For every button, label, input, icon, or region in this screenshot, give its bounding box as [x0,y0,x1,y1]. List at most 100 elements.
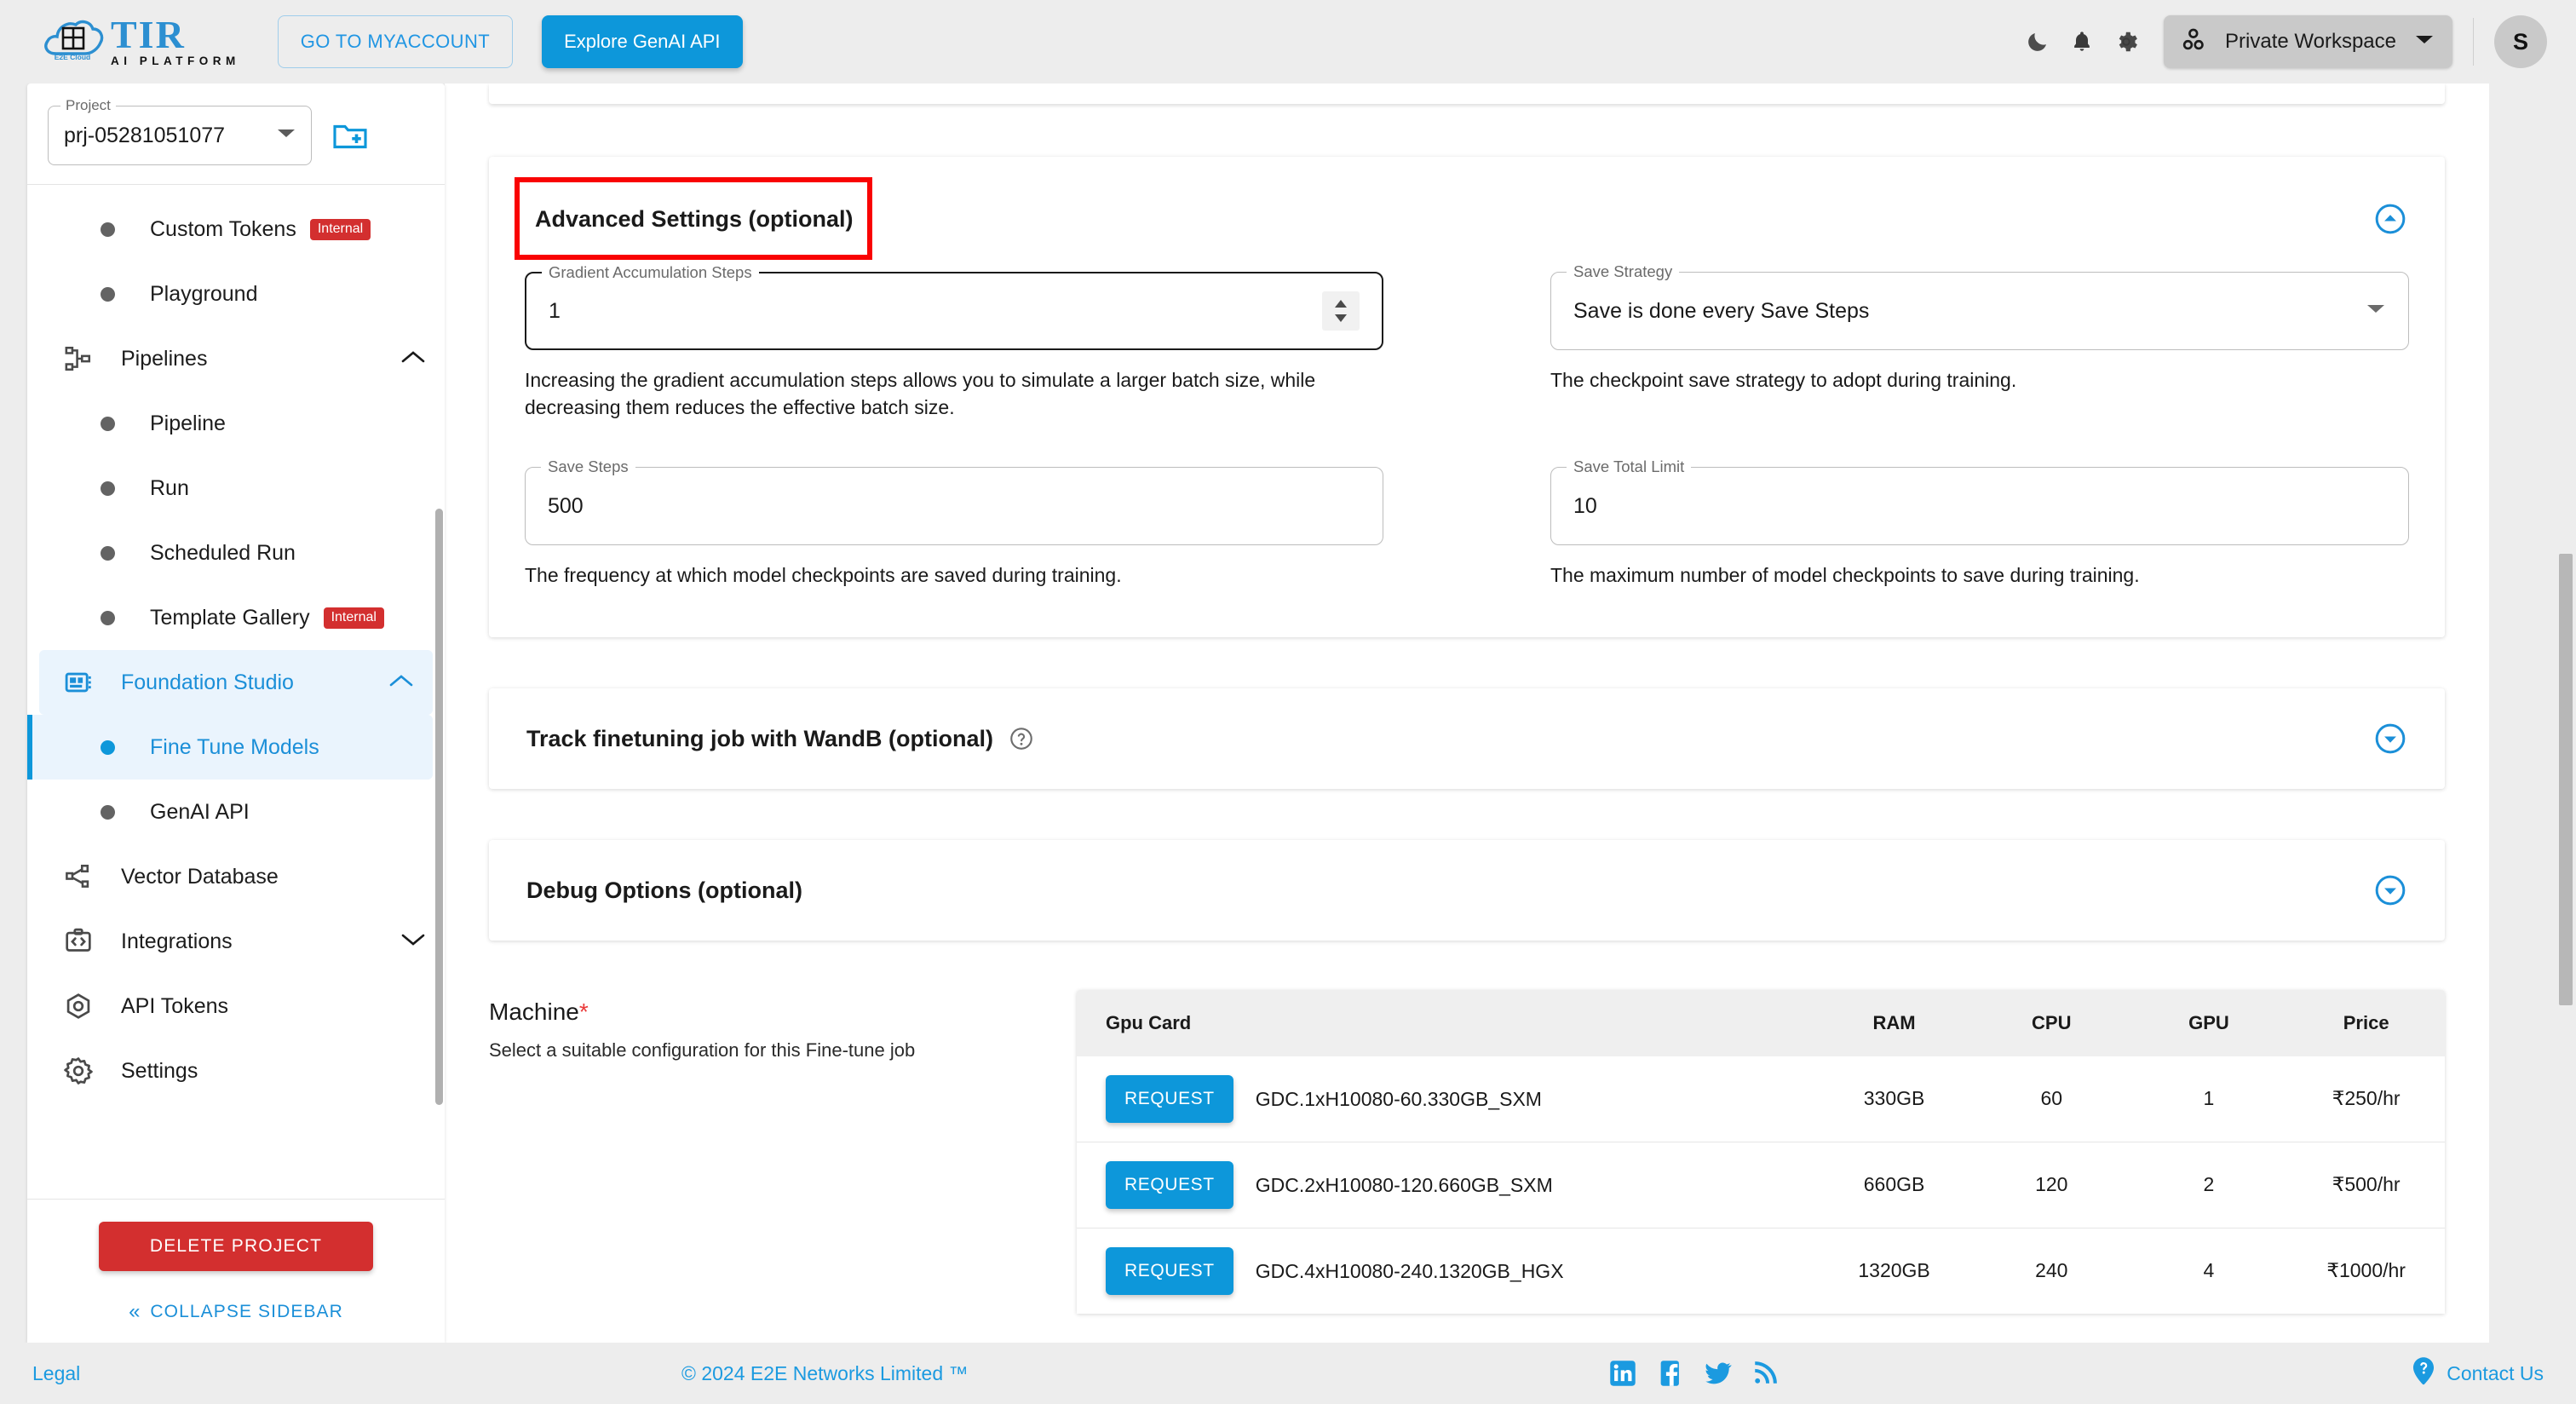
header-actions: Private Workspace S [2015,15,2547,68]
rss-icon[interactable] [1751,1359,1779,1388]
sidebar-item-custom-tokens[interactable]: Custom Tokens Internal [27,197,445,262]
bullet-icon [83,416,131,431]
sidebar-item-pipeline[interactable]: Pipeline [27,391,445,456]
request-button[interactable]: REQUEST [1106,1075,1233,1124]
app-header: E2E Cloud TIR AI PLATFORM GO TO MYACCOUN… [0,0,2576,83]
delete-project-button[interactable]: DELETE PROJECT [99,1222,373,1271]
linkedin-icon[interactable] [1608,1359,1637,1388]
sidebar-item-label: Pipeline [150,411,226,435]
sidebar-scrollbar[interactable] [435,509,443,1105]
required-marker: * [578,998,589,1026]
sidebar-nav: Custom Tokens Internal Playground Pipeli… [27,185,445,1199]
gpu-card-name: GDC.1xH10080-60.330GB_SXM [1255,1087,1542,1110]
field-help-text: The frequency at which model checkpoints… [525,564,1122,587]
machine-description: Machine* Select a suitable configuration… [489,990,1077,1314]
wandb-panel[interactable]: Track finetuning job with WandB (optiona… [489,688,2445,790]
cell-gpu: 4 [2130,1227,2288,1315]
bullet-icon [83,610,131,625]
header-divider [2473,18,2474,66]
request-button[interactable]: REQUEST [1106,1247,1233,1296]
vector-database-icon [55,862,102,891]
gpu-card-name: GDC.4xH10080-240.1320GB_HGX [1255,1259,1564,1282]
cell-ram: 330GB [1863,1087,1925,1110]
request-button[interactable]: REQUEST [1106,1161,1233,1210]
sidebar-item-label: API Tokens [121,993,229,1018]
project-selector-row: Project prj-05281051077 [27,83,445,184]
sidebar-item-run[interactable]: Run [27,456,445,521]
bullet-icon [83,545,131,561]
gpu-configuration-table: Gpu Card RAM CPU GPU Price REQUEST GDC.1x… [1077,990,2445,1315]
facebook-icon[interactable] [1656,1359,1685,1388]
project-select[interactable]: Project prj-05281051077 [48,97,312,165]
sidebar-item-label: Run [150,475,189,500]
field-value: Save is done every Save Steps [1573,298,1870,323]
sidebar-item-api-tokens[interactable]: API Tokens [27,974,445,1039]
bullet-icon [83,286,131,302]
avatar[interactable]: S [2494,15,2547,68]
new-folder-icon[interactable] [331,116,370,155]
app-footer: Legal © 2024 E2E Networks Limited ™ Cont… [0,1343,2576,1404]
chevron-down-icon [2366,303,2386,319]
explore-genai-api-button[interactable]: Explore GenAI API [542,15,743,68]
moon-icon[interactable] [2015,20,2060,64]
chevron-down-icon [2415,34,2434,50]
question-circle-icon[interactable] [1009,726,1034,751]
bullet-icon [83,804,131,820]
foundation-studio-icon [55,668,102,697]
contact-us-label: Contact Us [2447,1361,2544,1384]
project-select-label: Project [60,97,116,114]
sidebar-item-settings[interactable]: Settings [27,1039,445,1103]
debug-options-panel[interactable]: Debug Options (optional) [489,840,2445,941]
twitter-icon[interactable] [1704,1359,1733,1388]
social-links [1608,1359,1779,1388]
brand-logo[interactable]: E2E Cloud TIR AI PLATFORM [41,14,240,69]
save-strategy-select[interactable]: Save Strategy Save is done every Save St… [1550,262,2409,350]
workspace-group-icon [2182,28,2211,56]
sidebar-item-template-gallery[interactable]: Template Gallery Internal [27,585,445,650]
sidebar-item-scheduled-run[interactable]: Scheduled Run [27,521,445,585]
chevron-up-icon [400,349,426,369]
quantity-stepper[interactable] [1322,291,1360,331]
table-row[interactable]: REQUEST GDC.2xH10080-120.660GB_SXM 660GB … [1077,1141,2445,1228]
gear-icon[interactable] [2104,20,2148,64]
help-pin-icon [2411,1356,2436,1390]
sidebar-item-pipelines[interactable]: Pipelines [27,326,445,391]
sidebar-item-label: Playground [150,281,258,306]
gradient-accumulation-steps-input[interactable]: Gradient Accumulation Steps 1 [525,263,1383,350]
sidebar-item-vector-database[interactable]: Vector Database [27,844,445,909]
sidebar-item-foundation-studio[interactable]: Foundation Studio [39,650,433,715]
collapse-sidebar-button[interactable]: « COLLAPSE SIDEBAR [27,1300,445,1324]
save-steps-input[interactable]: Save Steps 500 [525,457,1383,546]
go-to-myaccount-button[interactable]: GO TO MYACCOUNT [277,15,514,68]
legal-link[interactable]: Legal [32,1362,80,1385]
sidebar-item-genai-api[interactable]: GenAI API [27,780,445,844]
sidebar-item-fine-tune-models[interactable]: Fine Tune Models [27,715,433,780]
table-header-row: Gpu Card RAM CPU GPU Price [1077,990,2445,1057]
field-label: Gradient Accumulation Steps [542,263,759,282]
save-total-limit-input[interactable]: Save Total Limit 10 [1550,457,2409,546]
sidebar-item-playground[interactable]: Playground [27,262,445,326]
advanced-settings-title: Advanced Settings (optional) [515,177,872,260]
page-scrollbar[interactable] [2559,554,2573,1005]
circle-chevron-up-icon[interactable] [2373,202,2407,236]
chevron-down-icon [277,128,296,144]
table-row[interactable]: REQUEST GDC.4xH10080-240.1320GB_HGX 1320G… [1077,1227,2445,1315]
collapse-sidebar-label: COLLAPSE SIDEBAR [150,1302,343,1321]
table-row[interactable]: REQUEST GDC.1xH10080-60.330GB_SXM 330GB 6… [1077,1056,2445,1142]
bullet-icon [83,222,131,237]
machine-title-label: Machine [489,998,579,1026]
api-tokens-icon [55,992,102,1021]
cell-cpu: 120 [1972,1141,2130,1228]
field-value: 500 [548,493,584,518]
bell-icon[interactable] [2060,20,2104,64]
sidebar-item-label: Pipelines [121,346,208,371]
sidebar-item-label: Fine Tune Models [150,734,319,759]
sidebar-item-integrations[interactable]: Integrations [27,909,445,974]
sidebar: Project prj-05281051077 Custom Tokens In… [27,83,445,1343]
circle-chevron-down-icon[interactable] [2373,873,2407,907]
contact-us-link[interactable]: Contact Us [2411,1356,2544,1390]
integrations-icon [55,927,102,956]
advanced-settings-panel: Advanced Settings (optional) Gradient Ac… [489,157,2445,638]
circle-chevron-down-icon[interactable] [2373,722,2407,756]
workspace-selector[interactable]: Private Workspace [2164,15,2452,68]
